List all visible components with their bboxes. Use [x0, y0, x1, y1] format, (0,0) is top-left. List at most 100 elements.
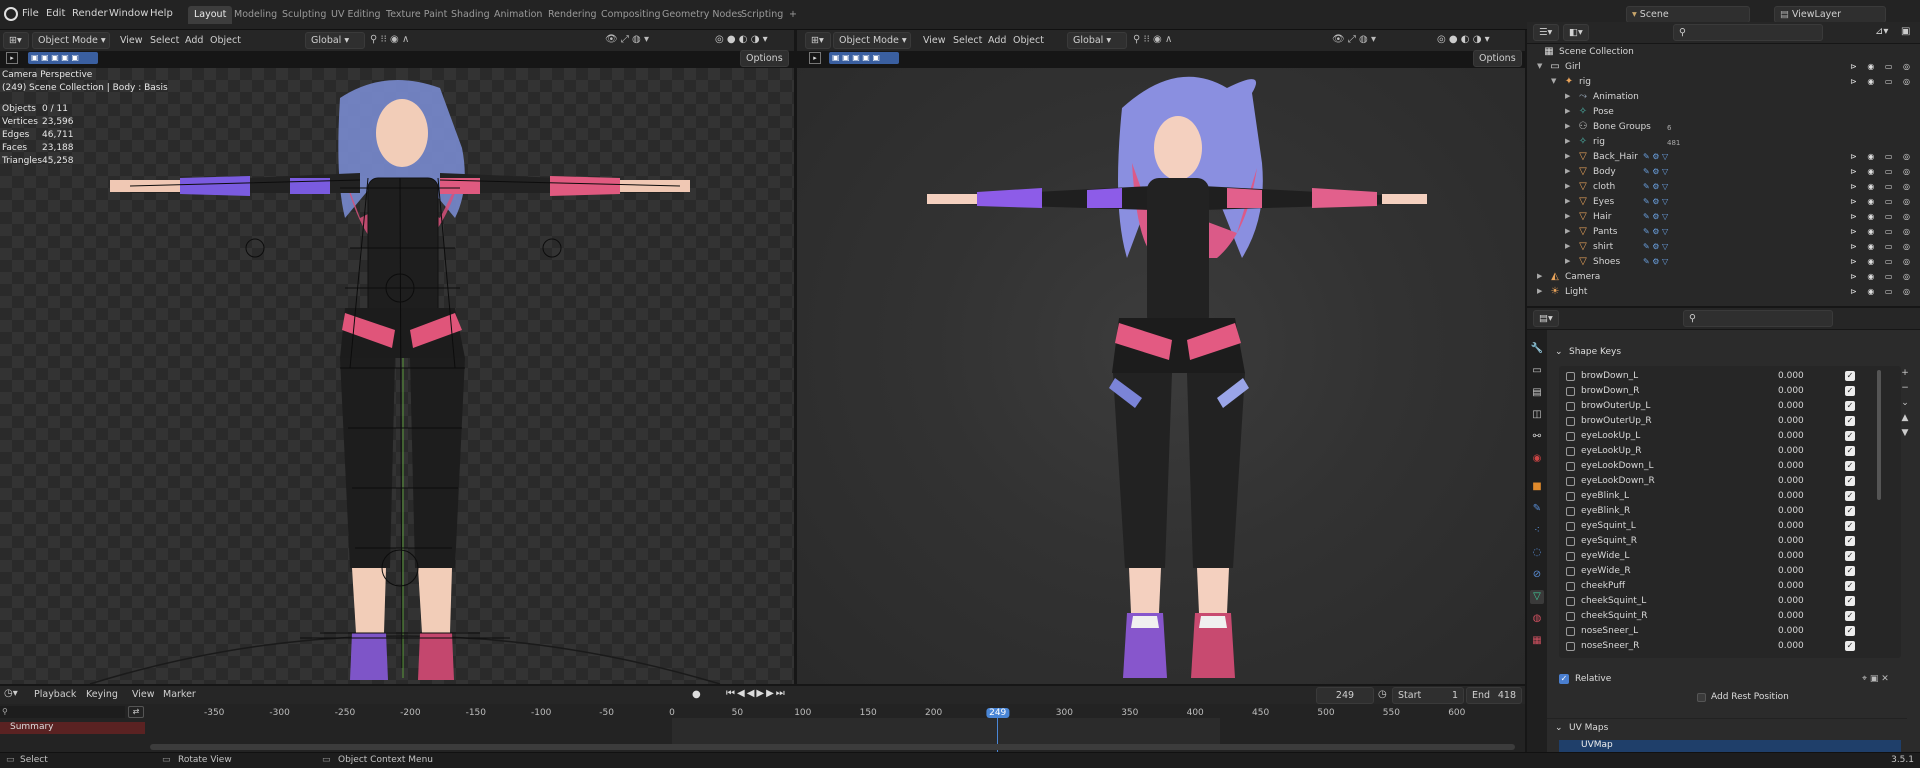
scene-selector[interactable]: ▾ Scene: [1626, 6, 1750, 23]
right-editor-type-button[interactable]: ⊞▾: [805, 32, 831, 49]
right-menu-add[interactable]: Add: [988, 35, 1006, 46]
right-tool-toggle[interactable]: ▸: [809, 52, 821, 64]
left-menu-select[interactable]: Select: [150, 35, 179, 46]
visibility-toggles[interactable]: ⊳ ◉ ▭ ◎: [1850, 242, 1914, 251]
right-overlay-icons[interactable]: 👁 ⤢ ◍ ▾: [1332, 34, 1376, 45]
playback-controls[interactable]: ⏮◀◀▶▶⏭: [726, 688, 787, 699]
tab-layout[interactable]: Layout: [188, 6, 233, 24]
visibility-toggles[interactable]: ⊳ ◉ ▭ ◎: [1850, 212, 1914, 221]
outliner-row-shirt[interactable]: ▶ ▽ shirt ✎ ⚙ ▽ ⊳ ◉ ▭ ◎: [1527, 241, 1920, 256]
tab-modeling[interactable]: Modeling: [228, 6, 283, 24]
add-workspace-button[interactable]: +: [783, 6, 803, 24]
outliner-row-shoes[interactable]: ▶ ▽ Shoes ✎ ⚙ ▽ ⊳ ◉ ▭ ◎: [1527, 256, 1920, 271]
expand-arrow-icon[interactable]: ▶: [1565, 122, 1570, 130]
shape-key-row[interactable]: browDown_L 0.000 ✓: [1561, 370, 1861, 385]
shape-key-value[interactable]: 0.000: [1778, 386, 1804, 396]
outliner-display-mode[interactable]: ◧▾: [1563, 24, 1589, 41]
shape-key-value[interactable]: 0.000: [1778, 476, 1804, 486]
shape-keys-panel-header[interactable]: ⌄ Shape Keys: [1547, 344, 1907, 362]
right-orientation-selector[interactable]: Global ▾: [1067, 32, 1127, 49]
shape-key-row[interactable]: eyeBlink_R 0.000 ✓: [1561, 505, 1861, 520]
shape-key-row[interactable]: eyeLookDown_R 0.000 ✓: [1561, 475, 1861, 490]
outliner-row-light[interactable]: ▶ ☀ Light ⊳ ◉ ▭ ◎: [1527, 286, 1920, 301]
shape-key-mute-checkbox[interactable]: ✓: [1845, 521, 1855, 531]
timeline-menu-playback[interactable]: Playback: [34, 689, 76, 700]
add-rest-position-row[interactable]: Add Rest Position: [1697, 692, 1897, 706]
outliner-row-girl[interactable]: ▼ ▭ Girl ⊳ ◉ ▭ ◎: [1527, 61, 1920, 76]
left-mode-selector[interactable]: Object Mode ▾: [32, 32, 110, 49]
outliner-row-camera[interactable]: ▶ ◭ Camera ⊳ ◉ ▭ ◎: [1527, 271, 1920, 286]
timeline-sync-icon[interactable]: ⇄: [128, 706, 144, 718]
render-tab-icon[interactable]: ▭: [1530, 364, 1544, 378]
shape-key-row[interactable]: eyeBlink_L 0.000 ✓: [1561, 490, 1861, 505]
move-down-button[interactable]: ▼: [1897, 426, 1913, 441]
shape-key-row[interactable]: browOuterUp_L 0.000 ✓: [1561, 400, 1861, 415]
shape-key-mute-checkbox[interactable]: ✓: [1845, 581, 1855, 591]
shape-key-mute-checkbox[interactable]: ✓: [1845, 476, 1855, 486]
shape-key-value[interactable]: 0.000: [1778, 581, 1804, 591]
expand-arrow-icon[interactable]: ▶: [1565, 182, 1570, 190]
outliner-search-field[interactable]: ⚲: [1673, 24, 1823, 41]
outliner-row-pose[interactable]: ▶ ✧ Pose: [1527, 106, 1920, 121]
expand-arrow-icon[interactable]: ▶: [1565, 152, 1570, 160]
start-frame-field[interactable]: Start 1: [1392, 687, 1464, 704]
shape-key-mute-checkbox[interactable]: ✓: [1845, 626, 1855, 636]
outliner-row-scene-collection[interactable]: ▦ Scene Collection: [1527, 46, 1920, 61]
visibility-toggles[interactable]: ⊳ ◉ ▭ ◎: [1850, 152, 1914, 161]
tab-scripting[interactable]: Scripting: [735, 6, 789, 24]
shape-key-row[interactable]: eyeLookDown_L 0.000 ✓: [1561, 460, 1861, 475]
right-mode-selector[interactable]: Object Mode ▾: [833, 32, 911, 49]
shape-key-value[interactable]: 0.000: [1778, 461, 1804, 471]
menu-window[interactable]: Window: [109, 8, 148, 19]
expand-arrow-icon[interactable]: ▶: [1565, 212, 1570, 220]
shape-key-mute-checkbox[interactable]: ✓: [1845, 536, 1855, 546]
shape-key-mute-checkbox[interactable]: ✓: [1845, 596, 1855, 606]
left-shading-modes[interactable]: ◎ ● ◐ ◑ ▾: [715, 34, 768, 45]
shape-key-mute-checkbox[interactable]: ✓: [1845, 431, 1855, 441]
timeline-search-field[interactable]: ⚲: [0, 706, 125, 718]
properties-search-field[interactable]: ⚲: [1683, 310, 1833, 327]
expand-arrow-icon[interactable]: ▶: [1565, 242, 1570, 250]
object-tab-icon[interactable]: ■: [1530, 480, 1544, 494]
menu-edit[interactable]: Edit: [46, 8, 65, 19]
expand-arrow-icon[interactable]: ▶: [1565, 257, 1570, 265]
modifier-tab-icon[interactable]: ✎: [1530, 502, 1544, 516]
outliner-row-hair[interactable]: ▶ ▽ Hair ✎ ⚙ ▽ ⊳ ◉ ▭ ◎: [1527, 211, 1920, 226]
current-frame-field[interactable]: 249: [1316, 687, 1374, 704]
timeline-menu-view[interactable]: View: [132, 689, 155, 700]
right-shading-modes[interactable]: ◎ ● ◐ ◑ ▾: [1437, 34, 1490, 45]
shape-key-value[interactable]: 0.000: [1778, 521, 1804, 531]
menu-render[interactable]: Render: [72, 8, 108, 19]
timeline-menu-keying[interactable]: Keying: [86, 689, 118, 700]
end-frame-field[interactable]: End 418: [1466, 687, 1522, 704]
left-3d-viewport[interactable]: Camera Perspective (249) Scene Collectio…: [0, 68, 794, 684]
shape-key-row[interactable]: browOuterUp_R 0.000 ✓: [1561, 415, 1861, 430]
shape-key-value[interactable]: 0.000: [1778, 536, 1804, 546]
shape-key-row[interactable]: eyeWide_L 0.000 ✓: [1561, 550, 1861, 565]
record-button[interactable]: ●: [692, 689, 701, 700]
relative-checkbox[interactable]: ✓: [1559, 674, 1569, 684]
shape-key-specials-button[interactable]: ⌄: [1897, 396, 1913, 411]
editor-type-button[interactable]: ⊞▾: [3, 32, 29, 49]
expand-arrow-icon[interactable]: ▶: [1565, 227, 1570, 235]
shape-key-row[interactable]: eyeSquint_R 0.000 ✓: [1561, 535, 1861, 550]
material-tab-icon[interactable]: ◍: [1530, 612, 1544, 626]
blender-logo-icon[interactable]: [4, 7, 18, 21]
shape-key-value[interactable]: 0.000: [1778, 446, 1804, 456]
shape-key-value[interactable]: 0.000: [1778, 626, 1804, 636]
outliner-row-body[interactable]: ▶ ▽ Body ✎ ⚙ ▽ ⊳ ◉ ▭ ◎: [1527, 166, 1920, 181]
outliner-row-cloth[interactable]: ▶ ▽ cloth ✎ ⚙ ▽ ⊳ ◉ ▭ ◎: [1527, 181, 1920, 196]
expand-arrow-icon[interactable]: ▼: [1537, 62, 1542, 70]
world-tab-icon[interactable]: ◉: [1530, 452, 1544, 466]
shape-key-value[interactable]: 0.000: [1778, 641, 1804, 651]
data-tab-icon[interactable]: ▽: [1530, 590, 1544, 604]
shape-key-mute-checkbox[interactable]: ✓: [1845, 401, 1855, 411]
shape-key-row[interactable]: browDown_R 0.000 ✓: [1561, 385, 1861, 400]
right-snap-icon[interactable]: ⚲ ⁝⁝ ◉ ∧: [1133, 34, 1172, 45]
left-menu-view[interactable]: View: [120, 35, 143, 46]
shape-key-mute-checkbox[interactable]: ✓: [1845, 446, 1855, 456]
output-tab-icon[interactable]: ▤: [1530, 386, 1544, 400]
expand-arrow-icon[interactable]: ▶: [1537, 272, 1542, 280]
right-options-button[interactable]: Options: [1473, 50, 1522, 67]
shape-key-row[interactable]: cheekSquint_R 0.000 ✓: [1561, 610, 1861, 625]
